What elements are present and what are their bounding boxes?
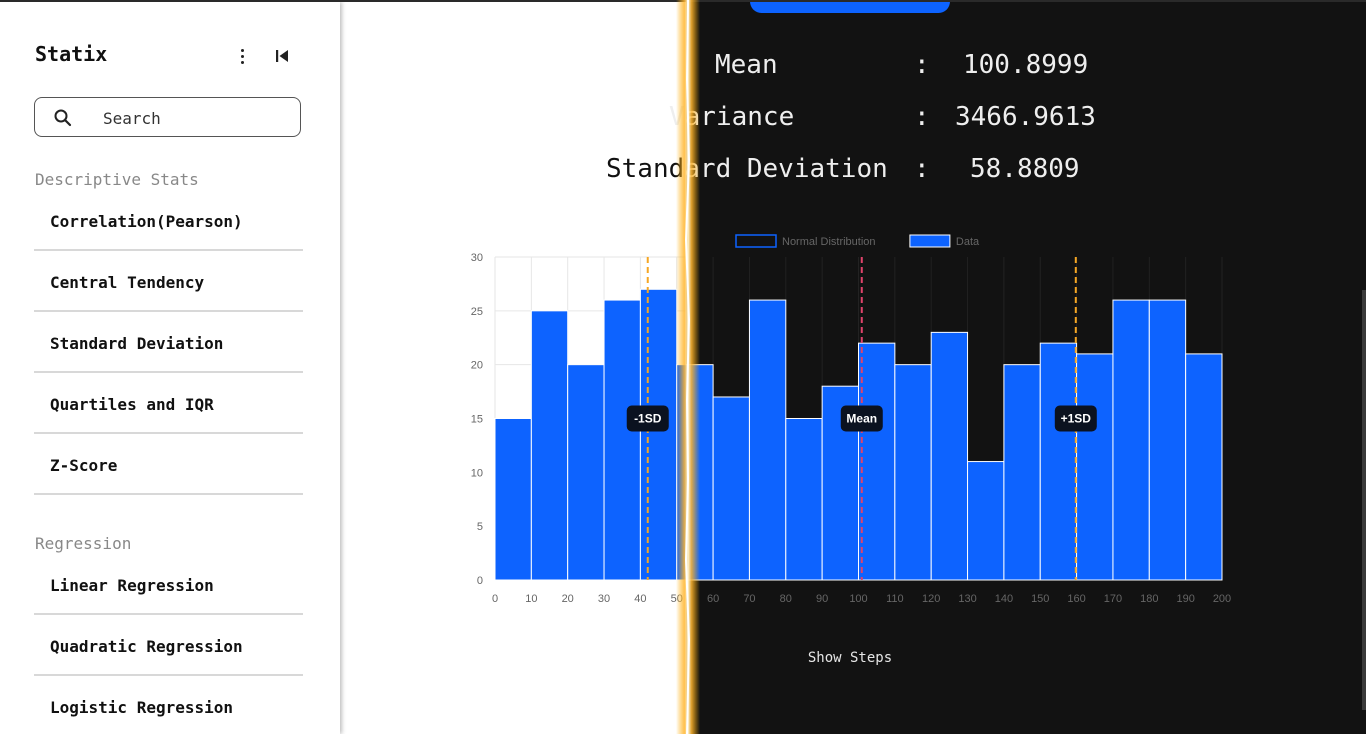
annotation-label: +1SD: [1061, 412, 1092, 426]
x-tick-label: 80: [780, 593, 792, 605]
nav-item-central-tendency[interactable]: Central Tendency: [34, 263, 303, 312]
histogram-bar: [1185, 353, 1223, 581]
legend-label: Normal Distribution: [782, 236, 876, 248]
x-tick-label: 0: [492, 593, 498, 605]
nav-item-linear-regression[interactable]: Linear Regression: [34, 566, 303, 615]
sidebar: Statix Descriptive Stats Correlation(Pea…: [0, 2, 340, 734]
histogram-bar: [567, 364, 605, 581]
nav-item-label: Linear Regression: [50, 576, 214, 595]
histogram-bar: [530, 310, 569, 581]
nav-item-label: Correlation(Pearson): [50, 212, 243, 231]
section-title-descriptive-stats: Descriptive Stats: [35, 170, 199, 189]
x-tick-label: 30: [598, 593, 610, 605]
x-tick-label: 130: [958, 593, 976, 605]
y-tick-label: 15: [471, 414, 483, 426]
annotation-label: Mean: [846, 412, 877, 426]
histogram-bar: [785, 418, 823, 581]
histogram-bar: [930, 331, 969, 581]
window-top-border: [0, 0, 1366, 2]
search-icon: [53, 108, 73, 128]
nav-item-label: Standard Deviation: [50, 334, 224, 353]
x-tick-label: 160: [1067, 593, 1085, 605]
scrollbar[interactable]: [1362, 290, 1366, 710]
histogram-bar: [858, 342, 896, 581]
annotation-label: -1SD: [634, 412, 662, 426]
histogram-bar: [712, 396, 750, 581]
search-box[interactable]: [34, 97, 301, 137]
stat-mean-label: Mean: [715, 50, 778, 80]
legend-label: Data: [956, 236, 980, 248]
nav-item-correlation[interactable]: Correlation(Pearson): [34, 202, 303, 251]
histogram-bar: [894, 364, 932, 581]
x-tick-label: 100: [849, 593, 867, 605]
nav-item-z-score[interactable]: Z-Score: [34, 446, 303, 495]
x-tick-label: 200: [1213, 593, 1231, 605]
collapse-left-icon[interactable]: [272, 46, 292, 66]
x-tick-label: 90: [816, 593, 828, 605]
app-title: Statix: [35, 42, 108, 66]
y-tick-label: 10: [471, 467, 483, 479]
nav-item-logistic-regression[interactable]: Logistic Regression: [34, 688, 303, 734]
nav-item-quartiles-iqr[interactable]: Quartiles and IQR: [34, 385, 303, 434]
search-input[interactable]: [101, 106, 285, 130]
stat-sd-label-text-dark: Standard Deviation: [686, 154, 888, 184]
stat-variance-label: Variance: [669, 102, 795, 132]
stat-mean-sep: :: [914, 50, 930, 80]
show-steps-button[interactable]: Show Steps: [800, 646, 900, 668]
nav-item-label: Quadratic Regression: [50, 637, 243, 656]
nav-item-label: Quartiles and IQR: [50, 395, 214, 414]
legend-swatch: [909, 234, 951, 248]
stat-sd-sep: :: [914, 154, 930, 184]
x-tick-label: 50: [671, 593, 683, 605]
kebab-icon[interactable]: [232, 46, 252, 66]
y-tick-label: 5: [477, 521, 483, 533]
x-tick-label: 190: [1176, 593, 1194, 605]
stat-mean-value: 100.8999: [963, 50, 1089, 80]
stat-sd-value: 58.8809: [970, 154, 1080, 184]
nav-item-label: Logistic Regression: [50, 698, 234, 717]
x-tick-label: 70: [743, 593, 755, 605]
x-tick-label: 140: [995, 593, 1013, 605]
histogram-bar: [967, 461, 1005, 581]
histogram-bar: [1039, 342, 1078, 581]
nav-item-standard-deviation[interactable]: Standard Deviation: [34, 324, 303, 373]
histogram-bar: [1003, 364, 1041, 581]
x-tick-label: 40: [634, 593, 646, 605]
histogram-bar: [748, 299, 787, 581]
histogram-chart: 0 5 10 15 20 25 30 0 10 20 30 40 50 60 70 80 90 100 110 120…: [471, 234, 1231, 605]
x-tick-label: 110: [886, 593, 904, 605]
y-tick-label: 25: [471, 306, 483, 318]
histogram-bar: [494, 418, 532, 581]
section-title-regression: Regression: [35, 534, 132, 553]
nav-item-label: Z-Score: [50, 456, 118, 475]
x-tick-label: 20: [562, 593, 574, 605]
nav-item-label: Central Tendency: [50, 273, 205, 292]
histogram-bar: [639, 288, 678, 581]
x-tick-label: 170: [1104, 593, 1122, 605]
y-tick-label: 30: [471, 252, 483, 264]
x-tick-label: 120: [922, 593, 940, 605]
x-tick-label: 60: [707, 593, 719, 605]
histogram-bar: [1076, 353, 1114, 581]
stat-variance-sep: :: [914, 102, 930, 132]
x-tick-label: 180: [1140, 593, 1158, 605]
x-tick-label: 150: [1031, 593, 1049, 605]
histogram-bar: [603, 299, 641, 581]
histogram-bar: [1148, 299, 1187, 581]
legend-swatch: [735, 234, 777, 248]
histogram-bar: [1112, 299, 1150, 581]
y-tick-label: 20: [471, 360, 483, 372]
x-tick-label: 10: [525, 593, 537, 605]
histogram-bar: [676, 364, 714, 581]
stat-sd-label-dark: Standard Deviation: [686, 154, 896, 188]
nav-item-quadratic-regression[interactable]: Quadratic Regression: [34, 627, 303, 676]
stat-variance-value: 3466.9613: [955, 102, 1096, 132]
y-tick-label: 0: [477, 575, 483, 587]
